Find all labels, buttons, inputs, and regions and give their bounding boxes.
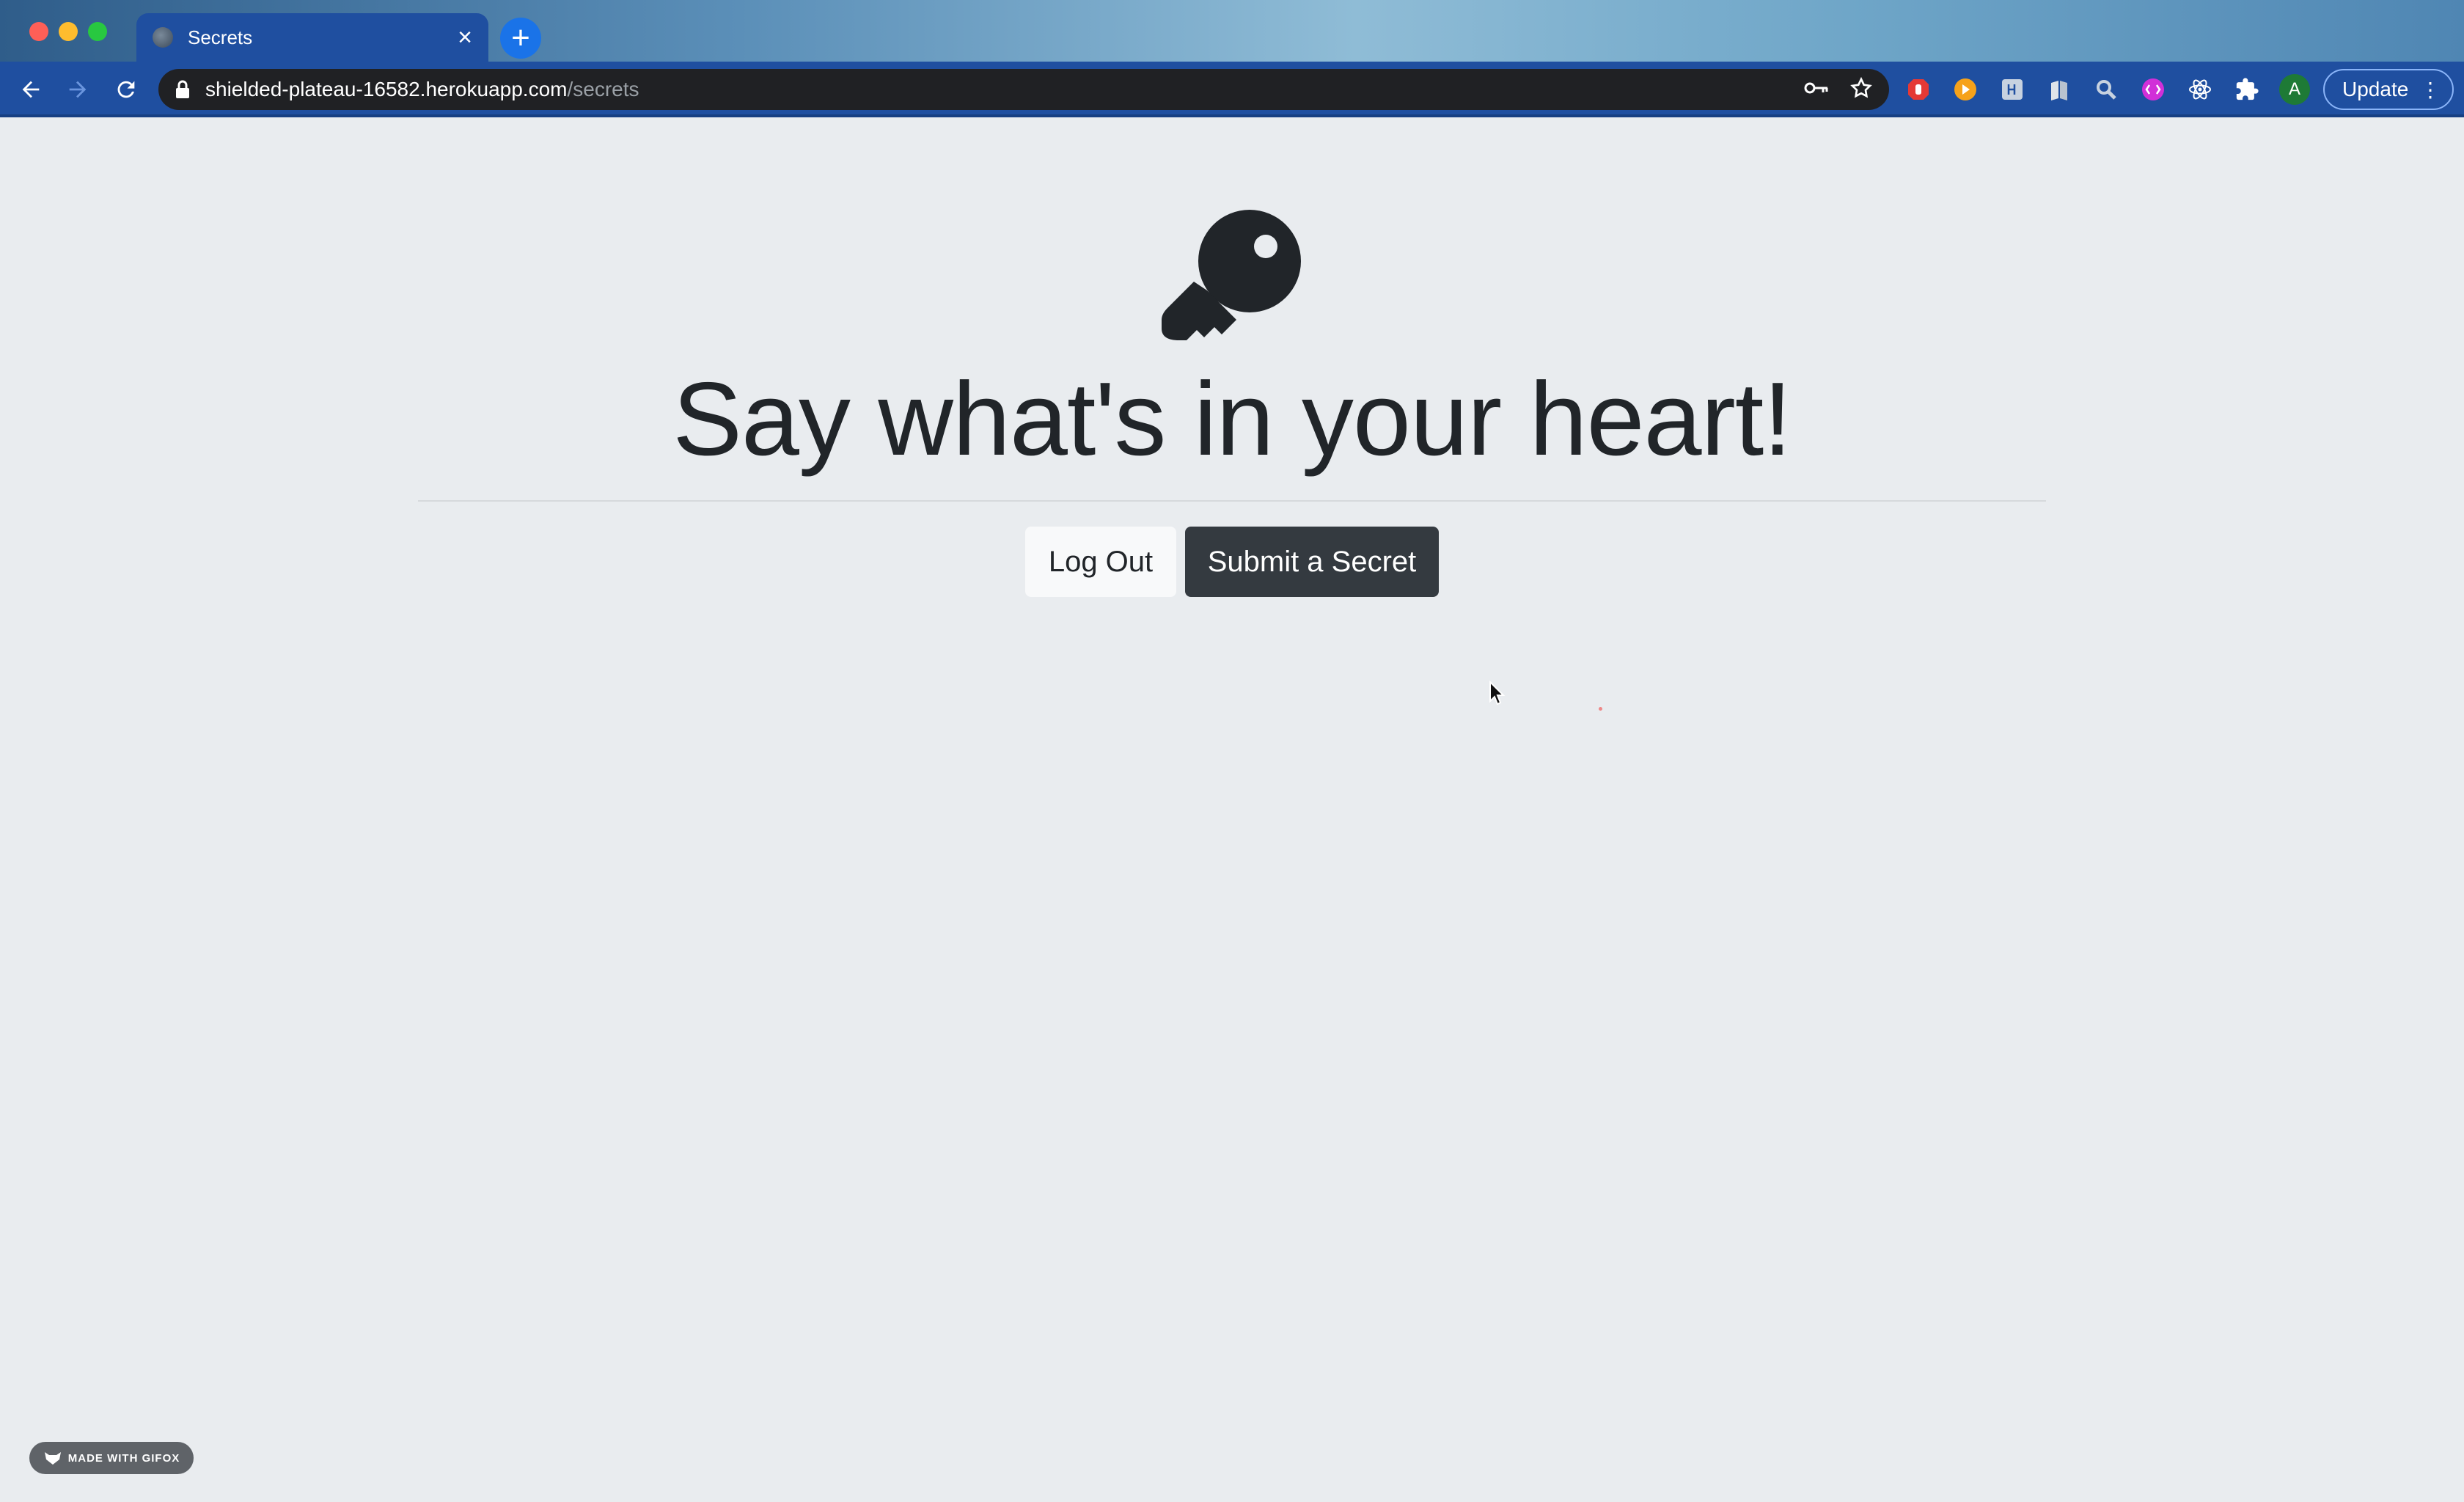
url-text[interactable]: shielded-plateau-16582.herokuapp.com/sec… xyxy=(205,78,1804,101)
translate-extension-icon[interactable] xyxy=(1998,75,2027,104)
click-indicator xyxy=(1599,707,1602,711)
reload-icon[interactable] xyxy=(111,75,141,104)
window-minimize-button[interactable] xyxy=(59,22,78,41)
extensions-row: A xyxy=(1904,73,2310,106)
window-zoom-button[interactable] xyxy=(88,22,107,41)
tab-close-icon[interactable]: × xyxy=(458,25,472,50)
new-tab-button[interactable]: + xyxy=(500,18,541,59)
browser-toolbar: shielded-plateau-16582.herokuapp.com/sec… xyxy=(0,62,2464,117)
page-title: Say what's in your heart! xyxy=(672,361,1792,477)
url-host: shielded-plateau-16582.herokuapp.com xyxy=(205,78,568,100)
fox-icon xyxy=(44,1452,61,1465)
react-devtools-icon[interactable] xyxy=(2185,75,2215,104)
forward-arrow-icon[interactable] xyxy=(63,75,92,104)
page-content: Say what's in your heart! Log Out Submit… xyxy=(0,117,2464,1502)
browser-tab[interactable]: Secrets × xyxy=(136,13,488,62)
logout-button[interactable]: Log Out xyxy=(1025,527,1176,597)
bookmark-star-icon[interactable] xyxy=(1849,76,1873,103)
stop-hand-extension-icon[interactable] xyxy=(1904,75,1933,104)
profile-avatar[interactable]: A xyxy=(2279,74,2310,105)
password-key-icon[interactable] xyxy=(1804,80,1829,100)
puzzle-extensions-icon[interactable] xyxy=(2232,75,2262,104)
key-icon xyxy=(1162,210,1301,340)
window-close-button[interactable] xyxy=(29,22,48,41)
watermark-label: MADE WITH GIFOX xyxy=(67,1451,180,1465)
lock-icon[interactable] xyxy=(175,80,191,99)
update-button[interactable]: Update ⋮ xyxy=(2323,69,2454,110)
url-path: /secrets xyxy=(567,78,639,100)
divider xyxy=(418,500,2046,502)
address-bar[interactable]: shielded-plateau-16582.herokuapp.com/sec… xyxy=(158,69,1889,110)
magnifier-extension-icon[interactable] xyxy=(2091,75,2121,104)
tab-title: Secrets xyxy=(188,26,253,48)
back-arrow-icon[interactable] xyxy=(16,75,45,104)
more-menu-icon[interactable]: ⋮ xyxy=(2420,78,2441,102)
update-label: Update xyxy=(2342,78,2409,100)
browser-titlebar: Secrets × + xyxy=(0,0,2464,62)
globe-icon xyxy=(153,27,173,48)
play-extension-icon[interactable] xyxy=(1951,75,1980,104)
reader-extension-icon[interactable] xyxy=(2045,75,2074,104)
submit-secret-button[interactable]: Submit a Secret xyxy=(1185,527,1439,597)
gifox-watermark: MADE WITH GIFOX xyxy=(29,1442,194,1474)
brackets-extension-icon[interactable] xyxy=(2138,75,2168,104)
mouse-cursor-icon xyxy=(1489,681,1506,706)
